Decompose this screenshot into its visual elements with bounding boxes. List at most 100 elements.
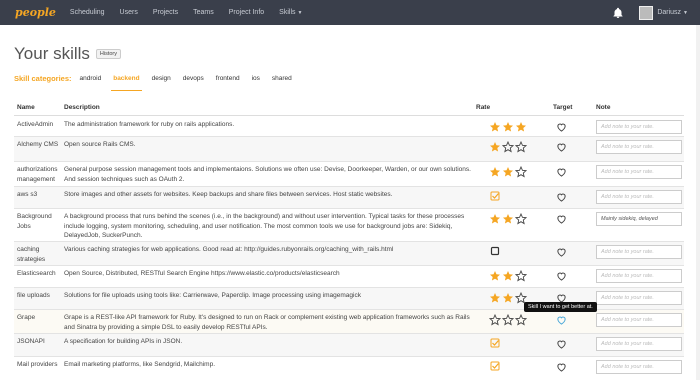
skill-rating[interactable] xyxy=(490,191,530,203)
target-heart-icon[interactable] xyxy=(556,339,572,351)
history-button[interactable]: History xyxy=(95,49,122,59)
skill-rating[interactable] xyxy=(489,269,529,284)
table-row: Mail providers Email marketing platforms,… xyxy=(14,357,684,380)
target-tooltip: Skill I want to get better at. xyxy=(524,302,597,312)
skill-description: Open Source, Distributed, RESTful Search… xyxy=(64,270,340,277)
star-empty-icon[interactable] xyxy=(514,165,528,180)
skill-name: Background Jobs xyxy=(17,213,52,230)
bell-icon[interactable] xyxy=(612,7,624,19)
skill-rating[interactable] xyxy=(488,313,529,328)
nav-projects[interactable]: Projects xyxy=(153,9,178,16)
nav-users[interactable]: Users xyxy=(120,9,138,16)
target-heart-icon[interactable] xyxy=(556,192,572,204)
star-filled-icon[interactable] xyxy=(502,292,515,306)
target-heart-icon[interactable] xyxy=(556,247,572,259)
header-description: Description xyxy=(64,104,100,111)
category-tab-devops[interactable]: devops xyxy=(183,75,204,82)
star-filled-icon[interactable] xyxy=(515,121,528,135)
skill-description: Solutions for file uploads using tools l… xyxy=(64,292,361,299)
avatar[interactable] xyxy=(639,5,654,20)
skill-rating[interactable] xyxy=(489,291,529,306)
checkbox-checked-icon[interactable] xyxy=(490,338,500,350)
target-heart-icon[interactable] xyxy=(556,271,572,283)
user-area: Dariusz ▼ xyxy=(612,0,688,25)
note-input[interactable]: Add note to your rate. xyxy=(596,165,682,179)
note-input[interactable]: Add note to your rate. xyxy=(596,360,682,374)
skill-rating[interactable] xyxy=(490,246,530,258)
star-filled-icon[interactable] xyxy=(489,292,502,306)
skill-name: JSONAPI xyxy=(17,338,45,345)
star-empty-icon[interactable] xyxy=(514,140,528,155)
target-heart-icon[interactable] xyxy=(556,167,572,179)
star-filled-icon[interactable] xyxy=(502,121,515,135)
note-input[interactable]: Add note to your rate. xyxy=(596,140,682,154)
skill-name: ActiveAdmin xyxy=(17,121,54,128)
note-input[interactable]: Add note to your rate. xyxy=(596,291,682,305)
category-tab-shared[interactable]: shared xyxy=(272,75,292,82)
star-empty-icon[interactable] xyxy=(501,313,515,328)
target-heart-icon[interactable] xyxy=(556,214,572,226)
target-heart-icon[interactable] xyxy=(556,362,572,374)
skill-name: file uploads xyxy=(17,292,50,299)
skill-rating[interactable] xyxy=(489,212,529,227)
nav-teams[interactable]: Teams xyxy=(193,9,214,16)
star-filled-icon[interactable] xyxy=(489,141,502,155)
skill-description: Store images and other assets for websit… xyxy=(64,191,393,198)
checkbox-empty-icon[interactable] xyxy=(490,246,500,258)
star-filled-icon[interactable] xyxy=(502,213,515,227)
page-scrollbar[interactable] xyxy=(696,25,700,380)
star-filled-icon[interactable] xyxy=(489,166,502,180)
table-header: Name Description Rate Target Note xyxy=(14,101,684,116)
nav-project-info[interactable]: Project Info xyxy=(229,9,264,16)
target-heart-icon[interactable] xyxy=(556,122,572,134)
note-input[interactable]: Add note to your rate. xyxy=(596,269,682,283)
skill-rating[interactable] xyxy=(489,121,529,135)
star-empty-icon[interactable] xyxy=(514,212,528,227)
table-row: authorizations management General purpose… xyxy=(14,162,684,187)
nav-skills-dropdown[interactable]: Skills ▼ xyxy=(279,9,302,16)
header-target: Target xyxy=(553,104,573,111)
nav-scheduling[interactable]: Scheduling xyxy=(70,9,105,16)
skill-rating[interactable] xyxy=(490,361,530,373)
table-row: Background Jobs A background process that… xyxy=(14,209,684,242)
note-input[interactable]: Add note to your rate. xyxy=(596,337,682,351)
target-heart-icon[interactable] xyxy=(556,315,572,327)
category-tab-ios[interactable]: ios xyxy=(252,75,260,82)
checkbox-checked-icon[interactable] xyxy=(490,191,500,203)
note-input[interactable]: Add note to your rate. xyxy=(596,313,682,327)
table-row: caching strategies Various caching strate… xyxy=(14,242,684,266)
header-name: Name xyxy=(17,104,35,111)
brand-logo[interactable]: people xyxy=(15,6,56,19)
star-filled-icon[interactable] xyxy=(502,166,515,180)
skill-description: General purpose session management tools… xyxy=(64,166,471,183)
note-input[interactable]: Add note to your rate. xyxy=(596,245,682,259)
star-empty-icon[interactable] xyxy=(501,140,515,155)
star-filled-icon[interactable] xyxy=(489,121,502,135)
user-name: Dariusz xyxy=(657,9,682,16)
category-tab-frontend[interactable]: frontend xyxy=(216,75,240,82)
star-empty-icon[interactable] xyxy=(514,269,528,284)
star-empty-icon[interactable] xyxy=(514,313,528,328)
table-row: ActiveAdmin The administration framework … xyxy=(14,117,684,137)
header-rate: Rate xyxy=(476,104,491,111)
star-filled-icon[interactable] xyxy=(489,270,502,284)
category-tab-design[interactable]: design xyxy=(152,75,171,82)
category-tab-android[interactable]: android xyxy=(80,75,102,82)
skill-description: Open source Rails CMS. xyxy=(64,141,136,148)
table-row: JSONAPI A specification for building APIs… xyxy=(14,334,684,357)
skill-rating[interactable] xyxy=(489,140,529,155)
checkbox-checked-icon[interactable] xyxy=(490,361,500,373)
star-empty-icon[interactable] xyxy=(488,313,502,328)
page-title: Your skills xyxy=(14,44,90,63)
note-input[interactable]: Mainly sidekiq, delayed xyxy=(596,212,682,226)
star-filled-icon[interactable] xyxy=(489,213,502,227)
skill-rating[interactable] xyxy=(490,338,530,350)
note-input[interactable]: Add note to your rate. xyxy=(596,120,682,134)
category-tab-backend[interactable]: backend xyxy=(111,75,143,91)
user-menu[interactable]: Dariusz ▼ xyxy=(657,9,688,16)
star-filled-icon[interactable] xyxy=(502,270,515,284)
note-input[interactable]: Add note to your rate. xyxy=(596,190,682,204)
target-heart-icon[interactable] xyxy=(556,142,572,154)
skill-description: A background process that runs behind th… xyxy=(64,213,465,239)
skill-rating[interactable] xyxy=(489,165,529,180)
